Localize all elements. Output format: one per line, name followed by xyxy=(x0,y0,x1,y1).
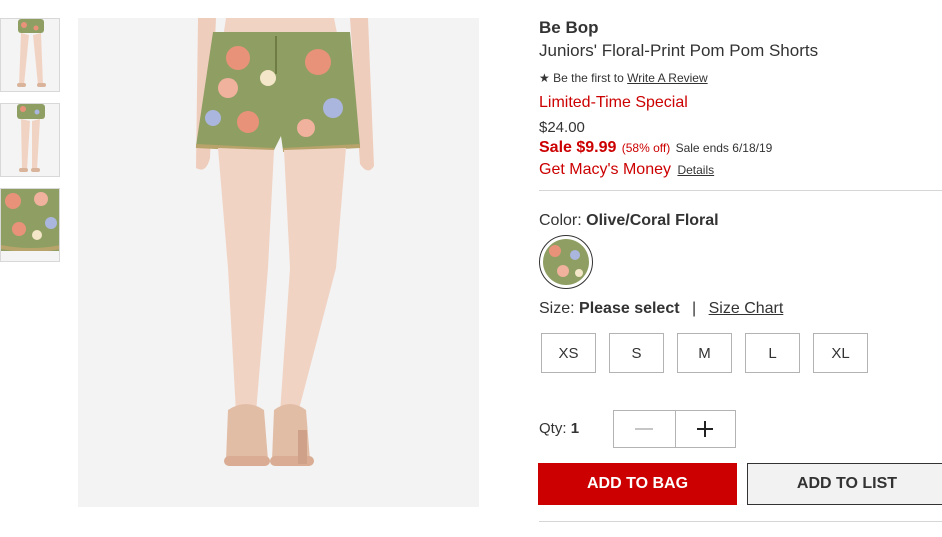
sale-price: Sale $9.99 xyxy=(539,139,617,156)
sale-ends: Sale ends 6/18/19 xyxy=(675,141,773,155)
divider xyxy=(539,521,942,522)
size-label: Size: xyxy=(539,300,575,317)
size-option-m[interactable]: M xyxy=(677,333,732,373)
size-selection: Size: Please select | Size Chart xyxy=(539,300,783,318)
thumbnail-2[interactable] xyxy=(0,103,60,177)
original-price: $24.00 xyxy=(539,119,585,136)
divider xyxy=(539,190,942,191)
size-option-xl[interactable]: XL xyxy=(813,333,868,373)
percent-off: (58% off) xyxy=(621,141,671,155)
size-option-l[interactable]: L xyxy=(745,333,800,373)
model-illustration xyxy=(78,18,479,507)
color-selection: Color: Olive/Coral Floral xyxy=(539,212,719,230)
size-separator: | xyxy=(692,300,697,317)
decrease-quantity-button[interactable] xyxy=(614,411,675,447)
thumbnail-1[interactable] xyxy=(0,18,60,92)
thumbnail-2-image xyxy=(1,104,59,176)
review-prefix: Be the first to xyxy=(553,71,624,85)
swatch-pattern xyxy=(543,239,589,285)
size-value: Please select xyxy=(579,300,680,317)
size-option-xs[interactable]: XS xyxy=(541,333,596,373)
add-to-bag-button[interactable]: ADD TO BAG xyxy=(538,463,737,505)
main-product-image[interactable] xyxy=(78,18,479,507)
product-title: Juniors' Floral-Print Pom Pom Shorts xyxy=(539,41,819,60)
details-link[interactable]: Details xyxy=(677,163,714,177)
thumbnail-3-image xyxy=(1,189,59,261)
limited-time-special: Limited-Time Special xyxy=(539,94,688,111)
thumbnail-3[interactable] xyxy=(0,188,60,262)
quantity-label: Qty: xyxy=(539,420,567,437)
color-value: Olive/Coral Floral xyxy=(586,212,719,229)
quantity-display: Qty: 1 xyxy=(539,420,579,437)
brand-name[interactable]: Be Bop xyxy=(539,18,599,38)
thumbnail-1-image xyxy=(1,19,59,91)
plus-icon xyxy=(697,421,714,437)
increase-quantity-button[interactable] xyxy=(674,411,735,447)
size-option-s[interactable]: S xyxy=(609,333,664,373)
macys-money-text: Get Macy's Money xyxy=(539,161,671,178)
star-icon: ★ xyxy=(539,71,550,85)
color-label: Color: xyxy=(539,212,582,229)
review-line: ★ Be the first to Write A Review xyxy=(539,71,708,85)
color-swatch[interactable] xyxy=(539,235,593,289)
minus-icon xyxy=(635,428,654,430)
sale-line: Sale $9.99 (58% off) Sale ends 6/18/19 xyxy=(539,139,772,157)
quantity-value: 1 xyxy=(570,420,580,437)
quantity-stepper xyxy=(613,410,736,448)
add-to-list-button[interactable]: ADD TO LIST xyxy=(747,463,942,505)
size-chart-link[interactable]: Size Chart xyxy=(709,300,784,317)
macys-money-line: Get Macy's Money Details xyxy=(539,161,714,179)
write-review-link[interactable]: Write A Review xyxy=(627,71,707,85)
